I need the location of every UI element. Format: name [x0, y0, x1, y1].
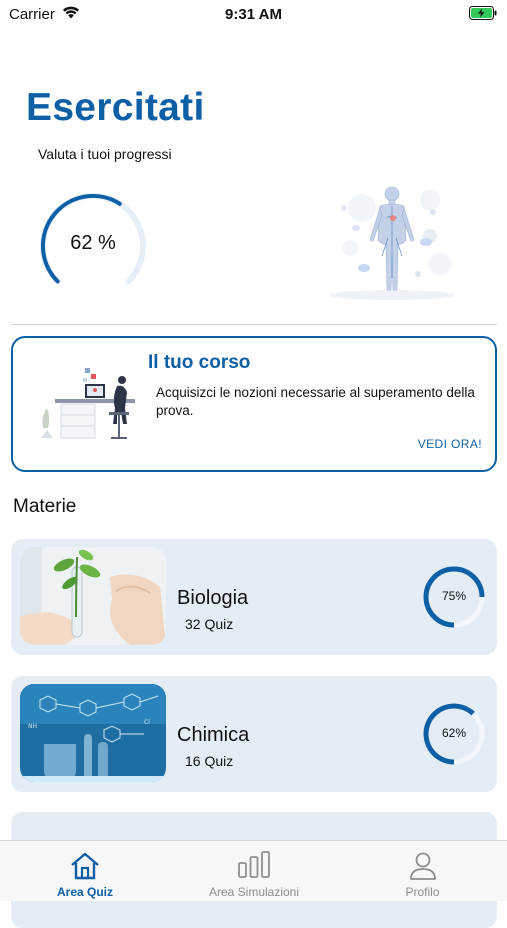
subject-progress-label: 62%: [441, 726, 467, 740]
tab-bar: Area Quiz Area Simulazioni Profilo: [0, 840, 507, 901]
tab-profilo[interactable]: Profilo: [338, 841, 507, 901]
page-subtitle: Valuta i tuoi progressi: [38, 146, 172, 162]
human-body-illustration: [330, 186, 454, 300]
subject-quiz-count: 16 Quiz: [185, 753, 234, 769]
biology-plant-image: [20, 547, 166, 645]
subject-name: Chimica: [177, 724, 250, 746]
course-title: Il tuo corso: [148, 352, 251, 373]
home-icon: [71, 852, 99, 880]
overall-progress-label: 62 %: [70, 232, 116, 254]
section-divider: [11, 324, 497, 325]
subject-name: Biologia: [177, 587, 249, 609]
user-icon: [409, 852, 436, 880]
course-description: Acquisizci le nozioni necessarie al supe…: [156, 385, 475, 418]
course-card[interactable]: Il tuo corso Acquisizci le nozioni neces…: [11, 336, 497, 472]
bar-chart-icon: [238, 851, 270, 878]
subject-card-chimica[interactable]: Cl NH Chimica 16 Quiz 62%: [11, 676, 497, 792]
status-time: 9:31 AM: [225, 6, 282, 23]
tab-label: Area Quiz: [56, 885, 113, 899]
chemistry-molecules-image: Cl NH: [20, 684, 166, 782]
tab-area-simulazioni[interactable]: Area Simulazioni: [170, 841, 338, 901]
status-bar: Carrier 9:31 AM: [0, 0, 507, 30]
subject-card-biologia[interactable]: Biologia 32 Quiz 75%: [11, 539, 497, 655]
svg-text:NH: NH: [28, 723, 37, 730]
tab-label: Profilo: [405, 885, 440, 899]
course-cta-link[interactable]: VEDI ORA!: [418, 437, 482, 451]
tab-label: Area Simulazioni: [208, 885, 300, 899]
subject-quiz-count: 32 Quiz: [185, 616, 234, 632]
subjects-section-title: Materie: [13, 496, 77, 517]
tab-area-quiz[interactable]: Area Quiz: [0, 841, 170, 901]
svg-text:Cl: Cl: [144, 719, 150, 726]
battery-icon: [469, 6, 497, 20]
online-course-illustration: [41, 368, 135, 439]
subject-progress-label: 75%: [441, 589, 467, 603]
page-title: Esercitati: [26, 86, 205, 129]
